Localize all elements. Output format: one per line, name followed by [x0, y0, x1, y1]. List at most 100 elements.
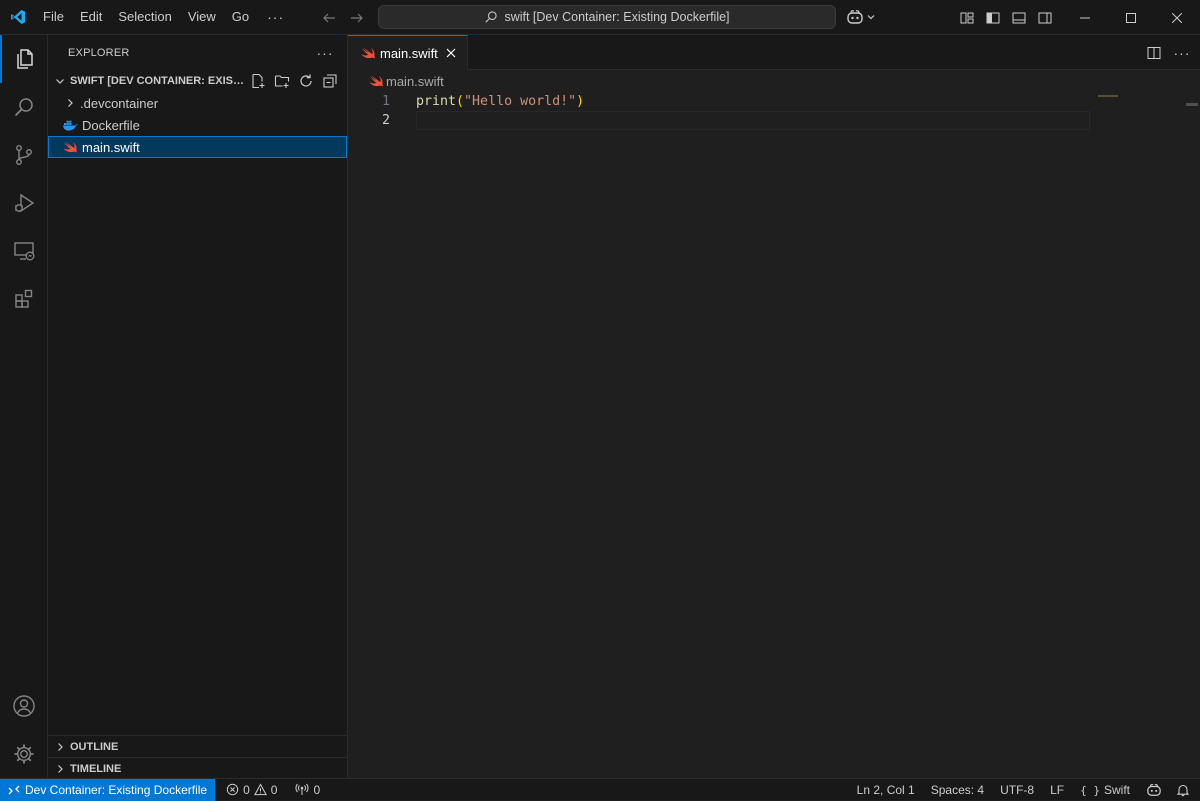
menu-bar: File Edit Selection View Go ··· [35, 0, 294, 35]
tree-item-label: Dockerfile [82, 117, 140, 133]
chevron-right-icon [52, 761, 68, 777]
explorer-more-actions-button[interactable]: ··· [311, 42, 339, 64]
go-forward-icon[interactable] [346, 7, 368, 29]
current-line-highlight [416, 111, 1090, 130]
workspace-folder-header[interactable]: SWIFT [DEV CONTAINER: EXISTING DOCKERFIL… [48, 70, 347, 92]
explorer-icon[interactable] [0, 35, 48, 83]
sidebar-title: EXPLORER [68, 46, 130, 59]
breadcrumb-item[interactable]: main.swift [386, 74, 444, 89]
outline-label: OUTLINE [70, 740, 119, 753]
tree-item-devcontainer[interactable]: .devcontainer [48, 92, 347, 114]
title-bar: File Edit Selection View Go ··· swift [D… [0, 0, 1200, 35]
sidebar-header: EXPLORER ··· [48, 35, 347, 70]
menu-file[interactable]: File [35, 4, 72, 30]
minimize-icon[interactable] [1062, 0, 1108, 35]
menu-go[interactable]: Go [224, 4, 257, 30]
warning-count: 0 [270, 782, 278, 797]
toggle-primary-sidebar-icon[interactable] [984, 9, 1002, 27]
chevron-right-icon [62, 95, 78, 111]
string-token: "Hello world!" [464, 94, 577, 109]
tree-item-label: main.swift [82, 139, 140, 155]
problems-indicator[interactable]: 0 0 [221, 779, 282, 801]
ports-indicator[interactable]: 0 [290, 779, 325, 801]
timeline-label: TIMELINE [70, 762, 122, 775]
function-token: print [416, 94, 457, 109]
remote-label: Dev Container: Existing Dockerfile [25, 782, 208, 797]
window-controls [1062, 0, 1200, 35]
paren-token: ( [456, 94, 465, 109]
editor-more-actions-button[interactable]: ··· [1172, 43, 1192, 63]
scrollbar-indicator[interactable] [1186, 103, 1198, 106]
error-count: 0 [243, 782, 250, 797]
chevron-right-icon [52, 739, 68, 755]
new-folder-icon[interactable] [272, 72, 291, 91]
copilot-icon [846, 9, 864, 25]
vscode-logo-icon [0, 0, 35, 35]
tab-main-swift[interactable]: main.swift [348, 35, 468, 70]
ports-antenna-icon [295, 783, 309, 796]
editor-area: main.swift ··· main.swift 1 print("Hello… [348, 35, 1200, 778]
menu-selection[interactable]: Selection [110, 4, 179, 30]
accounts-icon[interactable] [0, 682, 48, 730]
end-of-line[interactable]: LF [1042, 779, 1072, 801]
menu-view[interactable]: View [180, 4, 224, 30]
search-icon [484, 10, 498, 24]
collapse-all-icon[interactable] [320, 72, 339, 91]
swift-file-icon [368, 73, 384, 89]
run-debug-icon[interactable] [0, 179, 48, 227]
command-center-label: swift [Dev Container: Existing Dockerfil… [504, 10, 730, 24]
command-center-search[interactable]: swift [Dev Container: Existing Dockerfil… [378, 5, 836, 29]
encoding[interactable]: UTF-8 [992, 779, 1042, 801]
tree-item-label: .devcontainer [80, 95, 159, 111]
customize-layout-icon[interactable] [958, 9, 976, 27]
split-editor-icon[interactable] [1144, 43, 1164, 63]
new-file-icon[interactable] [248, 72, 267, 91]
extensions-icon[interactable] [0, 275, 48, 323]
tree-item-main-swift[interactable]: main.swift [48, 136, 347, 158]
activity-bar [0, 35, 48, 778]
indentation[interactable]: Spaces: 4 [923, 779, 992, 801]
line-number: 1 [381, 94, 390, 109]
breadcrumb: main.swift [348, 70, 1200, 92]
manage-gear-icon[interactable] [0, 730, 48, 778]
cursor-position[interactable]: Ln 2, Col 1 [849, 779, 923, 801]
remote-icon [8, 784, 20, 796]
menu-edit[interactable]: Edit [72, 4, 110, 30]
maximize-icon[interactable] [1108, 0, 1154, 35]
language-mode[interactable]: { } Swift [1072, 779, 1138, 801]
close-icon[interactable] [443, 45, 459, 61]
notifications-bell-icon[interactable] [1170, 779, 1200, 801]
error-icon [226, 783, 239, 796]
outline-pane-header[interactable]: OUTLINE [48, 735, 347, 757]
close-window-icon[interactable] [1154, 0, 1200, 35]
menu-more-button[interactable]: ··· [257, 4, 294, 30]
copilot-menu-button[interactable] [846, 6, 876, 28]
toggle-secondary-sidebar-icon[interactable] [1036, 9, 1054, 27]
tab-label: main.swift [380, 45, 438, 61]
workspace-folder-name: SWIFT [DEV CONTAINER: EXISTING DOCKERFIL… [70, 75, 246, 87]
timeline-pane-header[interactable]: TIMELINE [48, 757, 347, 779]
tree-item-dockerfile[interactable]: Dockerfile [48, 114, 347, 136]
refresh-icon[interactable] [296, 72, 315, 91]
toggle-panel-icon[interactable] [1010, 9, 1028, 27]
layout-controls [958, 0, 1054, 35]
ports-count: 0 [313, 782, 321, 797]
remote-explorer-icon[interactable] [0, 227, 48, 275]
chevron-down-icon [866, 12, 876, 22]
swift-file-icon [62, 139, 78, 155]
line-content: print("Hello world!") [416, 92, 584, 111]
minimap[interactable] [1098, 95, 1118, 97]
go-back-icon[interactable] [318, 7, 340, 29]
folder-actions [248, 70, 339, 92]
copilot-status-icon[interactable] [1138, 779, 1170, 801]
language-label: Swift [1103, 783, 1130, 797]
editor-tab-bar: main.swift ··· [348, 35, 1200, 70]
source-control-icon[interactable] [0, 131, 48, 179]
swift-file-icon [360, 45, 376, 61]
remote-indicator[interactable]: Dev Container: Existing Dockerfile [0, 778, 216, 801]
search-icon[interactable] [0, 83, 48, 131]
code-line: 1 print("Hello world!") [348, 92, 1090, 111]
code-editor[interactable]: 1 print("Hello world!") 2 [348, 92, 1200, 772]
editor-actions: ··· [1144, 35, 1192, 70]
warning-icon [253, 783, 267, 796]
